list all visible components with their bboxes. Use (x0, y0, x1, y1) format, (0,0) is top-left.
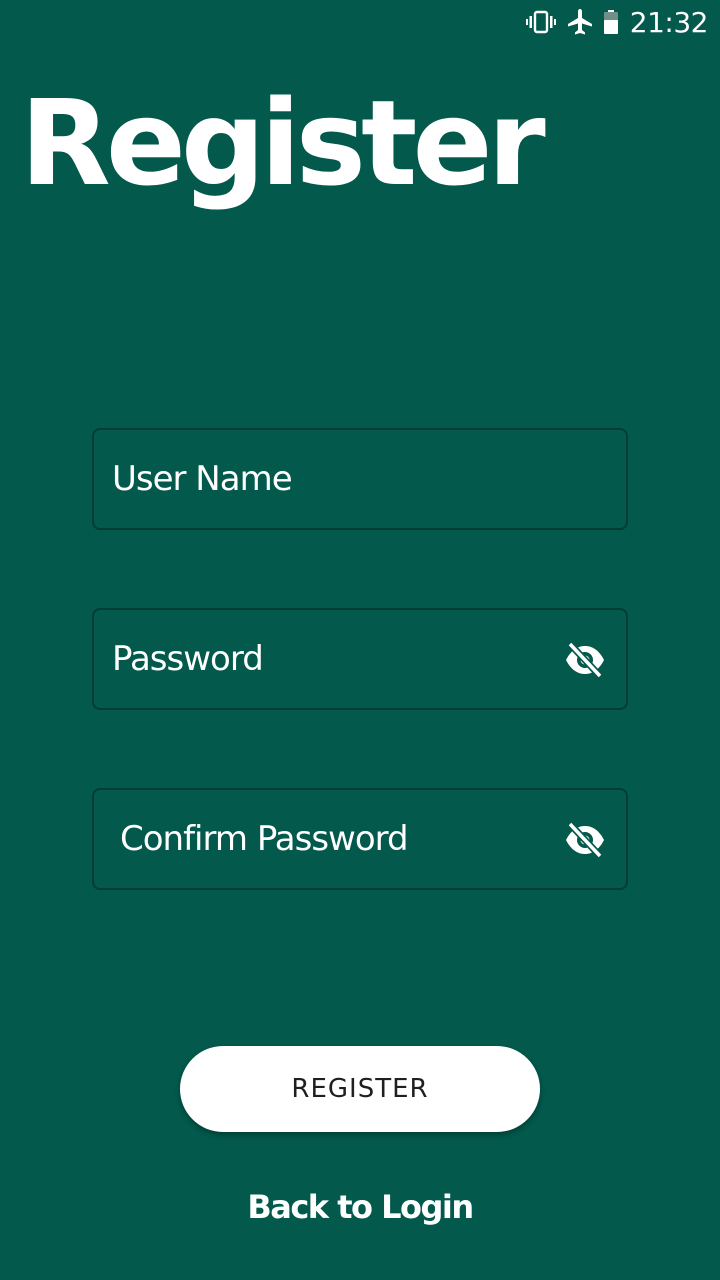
status-icons: 21:32 (525, 5, 709, 39)
status-time: 21:32 (629, 5, 709, 39)
register-screen: 21:32 Register User Name REGISTER Back t… (0, 0, 720, 1280)
confirm-password-input[interactable] (120, 790, 550, 888)
password-field[interactable] (92, 608, 628, 710)
visibility-off-icon[interactable] (564, 821, 606, 859)
username-field[interactable] (92, 428, 628, 530)
battery-icon (603, 10, 618, 34)
back-to-login-link[interactable]: Back to Login (0, 1188, 720, 1226)
page-title: Register (20, 74, 546, 212)
confirm-password-field[interactable] (92, 788, 628, 890)
register-button[interactable]: REGISTER (180, 1046, 540, 1132)
username-input[interactable] (112, 430, 542, 528)
password-input[interactable] (112, 610, 542, 708)
airplane-mode-icon (567, 9, 592, 35)
visibility-off-icon[interactable] (564, 641, 606, 679)
vibrate-icon (525, 10, 556, 34)
status-bar: 21:32 (0, 0, 720, 44)
